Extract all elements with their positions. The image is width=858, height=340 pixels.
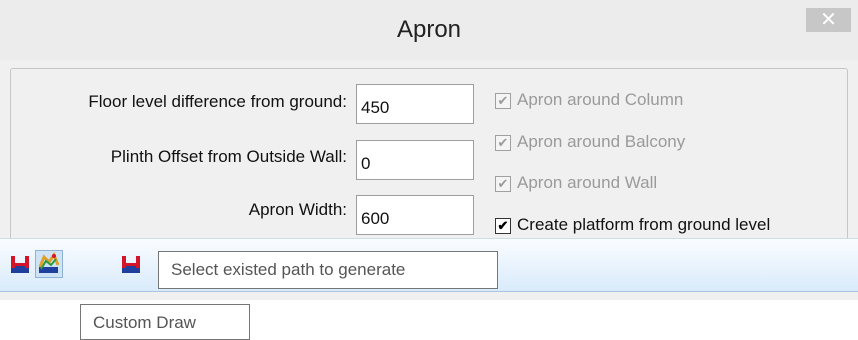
select-existing-path-button[interactable] (35, 250, 63, 278)
checkbox-label: Create platform from ground level (517, 215, 771, 234)
checkbox-check-icon: ✔ (495, 176, 511, 192)
custom-draw-button[interactable] (117, 250, 145, 278)
draw-path-button[interactable] (6, 250, 34, 278)
apron-width-input[interactable] (356, 195, 474, 235)
plinth-offset-label: Plinth Offset from Outside Wall: (110, 147, 347, 166)
apron-width-label: Apron Width: (248, 200, 347, 219)
draw-path-icon (11, 256, 29, 273)
dialog-title: Apron (396, 16, 462, 43)
custom-draw-tooltip: Custom Draw (80, 304, 250, 340)
checkbox-label: Apron around Column (517, 90, 684, 109)
select-existing-path-icon (38, 251, 60, 273)
close-button[interactable]: ✕ (806, 8, 851, 32)
title-bar[interactable]: Apron ✕ (0, 0, 858, 60)
checkbox-check-icon: ✔ (495, 135, 511, 151)
select-path-tooltip: Select existed path to generate (158, 251, 498, 289)
checkbox-check-icon: ✔ (495, 218, 511, 234)
floor-level-input[interactable] (356, 84, 474, 124)
checkbox-check-icon: ✔ (495, 93, 511, 109)
checkbox-label: Apron around Balcony (517, 132, 686, 151)
floor-level-label: Floor level difference from ground: (88, 92, 347, 111)
checkbox-label: Apron around Wall (517, 173, 658, 192)
plinth-offset-input[interactable] (356, 140, 474, 180)
custom-draw-icon (122, 256, 140, 273)
